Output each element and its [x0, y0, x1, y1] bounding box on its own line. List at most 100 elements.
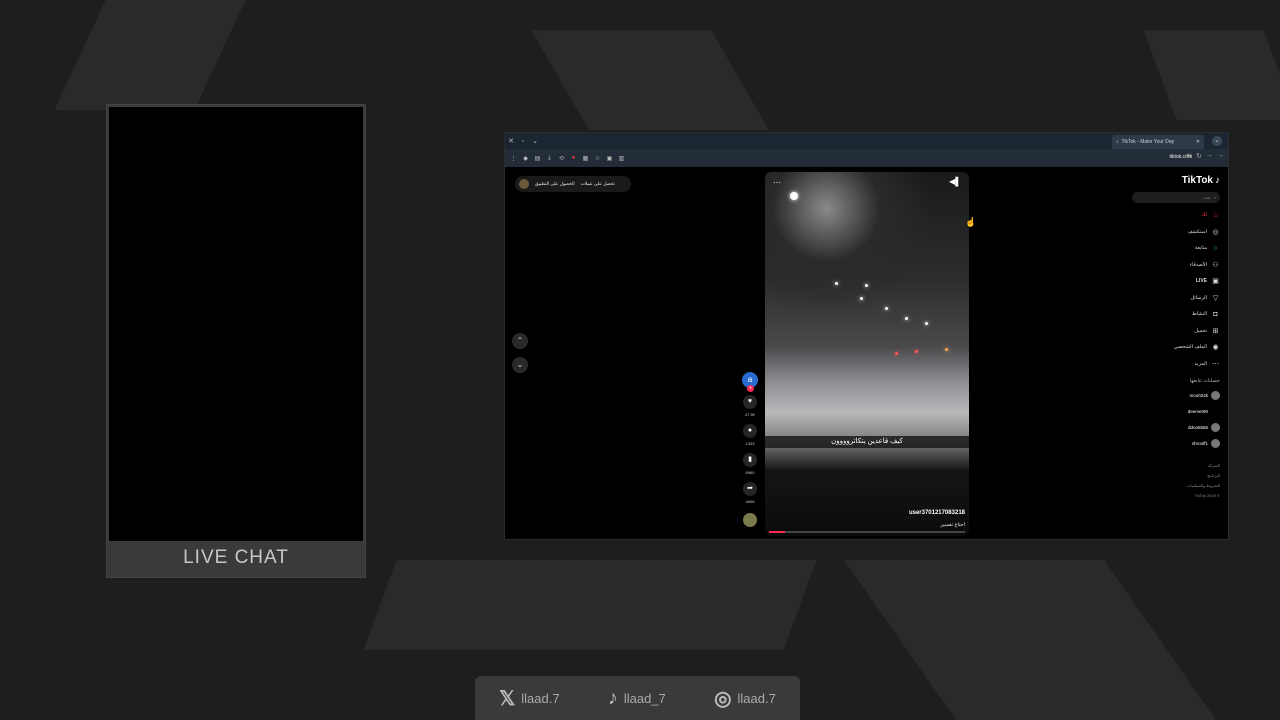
background-shape	[531, 30, 769, 130]
following-account[interactable]: moo022k	[1132, 387, 1220, 403]
tiktok-icon: ♪	[607, 686, 618, 709]
activity-icon: ◘	[1213, 310, 1218, 318]
messages-icon: ▽	[1212, 294, 1219, 302]
comment-icon[interactable]: ●	[743, 424, 757, 438]
following-icon: ○	[1213, 244, 1218, 252]
sidebar-item-profile[interactable]: ◉ الملف الشخصي	[1132, 339, 1220, 356]
sidebar-item-for-you[interactable]: ⌂ لك	[1132, 207, 1220, 224]
music-disc-icon[interactable]	[743, 513, 757, 527]
search-icon[interactable]: ⌕	[1214, 195, 1216, 200]
tab-close-icon[interactable]: ✕	[1196, 139, 1200, 145]
following-account[interactable]: shrooff1	[1132, 435, 1220, 451]
tiktok-logo[interactable]: ♪ TikTok	[1132, 175, 1220, 186]
search-input[interactable]: ⌕ بحث	[1132, 192, 1220, 203]
more-options-icon[interactable]: ⋯	[773, 178, 781, 187]
following-account[interactable]: ddoo5555	[1132, 419, 1220, 435]
menu-icon[interactable]: ⋮	[509, 154, 518, 163]
top-actions: الحصول على التطبيق تحصل على عملات	[515, 176, 631, 192]
share-icon[interactable]: ➦	[743, 482, 757, 496]
x-icon: 𝕏	[499, 687, 516, 710]
live-chat-panel: LIVE CHAT	[106, 104, 366, 578]
tab-list-icon[interactable]: ⌄	[529, 137, 541, 145]
tab-title: TikTok - Make Your Day	[1121, 139, 1175, 145]
sidebar-item-friends[interactable]: ⚇ الأصدقاء	[1132, 257, 1220, 274]
video-author[interactable]: user3701217083218	[909, 510, 965, 516]
creator-avatar[interactable]: a +	[742, 372, 758, 392]
like-icon[interactable]: ♥	[743, 395, 757, 409]
sidebar-item-live[interactable]: ▣ LIVE	[1132, 273, 1220, 290]
tiktok-handle: llaad_7	[623, 690, 666, 706]
previous-video-button[interactable]: ⌃	[512, 333, 528, 349]
social-tiktok: ♪ llaad_7	[608, 687, 666, 710]
sidebar-item-activity[interactable]: ◘ النشاط	[1132, 306, 1220, 323]
get-coins-button[interactable]: تحصل على عملات	[581, 181, 615, 187]
tab-favicon-icon: ♪	[1116, 139, 1119, 145]
extension-icon[interactable]: ▥	[617, 154, 626, 163]
more-icon: ⋯	[1212, 360, 1219, 368]
get-app-button[interactable]: الحصول على التطبيق	[535, 181, 575, 187]
tab-menu-icon[interactable]: ⌄	[1212, 136, 1222, 146]
footer-link[interactable]: البرنامج	[1132, 471, 1220, 481]
bookmark-star-icon[interactable]: ☆	[593, 154, 602, 163]
live-icon: ▣	[1212, 278, 1219, 286]
sidebar-item-upload[interactable]: ⊞ تحميل	[1132, 323, 1220, 340]
tab-bar: ✕ ◦ ⌄ ♪ TikTok - Make Your Day ✕ ⌄	[505, 133, 1228, 149]
following-accounts-title: حسابات تتابعها	[1189, 378, 1220, 384]
site-settings-icon[interactable]: ⇆	[1186, 152, 1192, 160]
background-shape	[363, 560, 817, 650]
video-progress-bar[interactable]	[769, 531, 965, 533]
background-shape	[843, 560, 1217, 720]
footer-link[interactable]: الشركة	[1132, 461, 1220, 471]
avatar	[1211, 390, 1220, 400]
sidebar: ♪ TikTok ⌕ بحث ⌂ لك ◎ استكشف ○ متابعة ⚇ الأصدق…	[1132, 175, 1220, 501]
social-instagram: ◎ llaad.7	[714, 686, 776, 711]
volume-icon[interactable]: ◀▌	[949, 177, 961, 186]
tiktok-page: الحصول على التطبيق تحصل على عملات ⌃ ⌄ ⋯ …	[505, 167, 1228, 539]
live-chat-title: LIVE CHAT	[183, 547, 289, 568]
record-icon[interactable]: ●	[569, 154, 578, 163]
sidebar-item-messages[interactable]: ▽ الرسائل	[1132, 290, 1220, 307]
friends-icon: ⚇	[1212, 261, 1219, 269]
mouse-cursor-icon: ☝	[965, 217, 977, 227]
extension-icon[interactable]: ◆	[521, 154, 530, 163]
social-handles-bar: 𝕏llaad.7 ♪ llaad_7 ◎ llaad.7	[475, 676, 800, 720]
avatar	[1211, 422, 1220, 432]
extension-icon[interactable]: ⟲	[557, 154, 566, 163]
instagram-icon: ◎	[714, 687, 732, 710]
background-shape	[1143, 30, 1280, 120]
video-player[interactable]: ⋯ ◀▌ كيف قاعدين يتكاثروووون user37012170…	[765, 172, 969, 536]
sidebar-item-more[interactable]: ⋯ المزيد	[1132, 356, 1220, 373]
footer-links: الشركة البرنامج الشروط والسياسات © 2025 …	[1132, 461, 1220, 501]
following-account[interactable]: deemer90	[1132, 403, 1220, 419]
follow-plus-icon[interactable]: +	[747, 385, 754, 392]
extension-icon[interactable]: ▣	[605, 154, 614, 163]
footer-link[interactable]: الشروط والسياسات	[1132, 481, 1220, 491]
back-icon[interactable]: →	[1217, 152, 1224, 160]
close-window-icon[interactable]: ✕	[505, 137, 517, 145]
forward-icon[interactable]: →	[1206, 152, 1213, 160]
home-icon: ⌂	[1213, 211, 1218, 219]
video-actions: a + ♥ 47.5K ● 1333 ▮ 6960 ➦ 4606	[740, 372, 760, 527]
comment-count: 1333	[745, 441, 755, 446]
sidebar-item-explore[interactable]: ◎ استكشف	[1132, 224, 1220, 241]
download-icon[interactable]: ⤓	[545, 154, 554, 163]
extension-icon[interactable]: ▦	[581, 154, 590, 163]
video-caption: كيف قاعدين يتكاثروووون	[765, 436, 969, 448]
avatar	[1211, 438, 1220, 448]
window-control-icon[interactable]: ◦	[517, 138, 529, 145]
x-handle: llaad.7	[521, 690, 560, 706]
share-count: 4606	[745, 499, 755, 504]
next-video-button[interactable]: ⌄	[512, 357, 528, 373]
reload-icon[interactable]: ↻	[1196, 152, 1202, 160]
social-x: 𝕏llaad.7	[499, 686, 559, 711]
background-shape	[54, 0, 246, 110]
like-count: 47.5K	[744, 412, 756, 417]
browser-window: ✕ ◦ ⌄ ♪ TikTok - Make Your Day ✕ ⌄ ⋮ ◆ ▤…	[504, 132, 1229, 540]
sidebar-item-following[interactable]: ○ متابعة	[1132, 240, 1220, 257]
extension-icon[interactable]: ▤	[533, 154, 542, 163]
avatar	[1211, 406, 1220, 416]
tab-tiktok[interactable]: ♪ TikTok - Make Your Day ✕	[1112, 135, 1204, 149]
avatar[interactable]	[519, 179, 529, 189]
bookmark-icon[interactable]: ▮	[743, 453, 757, 467]
upload-icon: ⊞	[1212, 327, 1219, 335]
